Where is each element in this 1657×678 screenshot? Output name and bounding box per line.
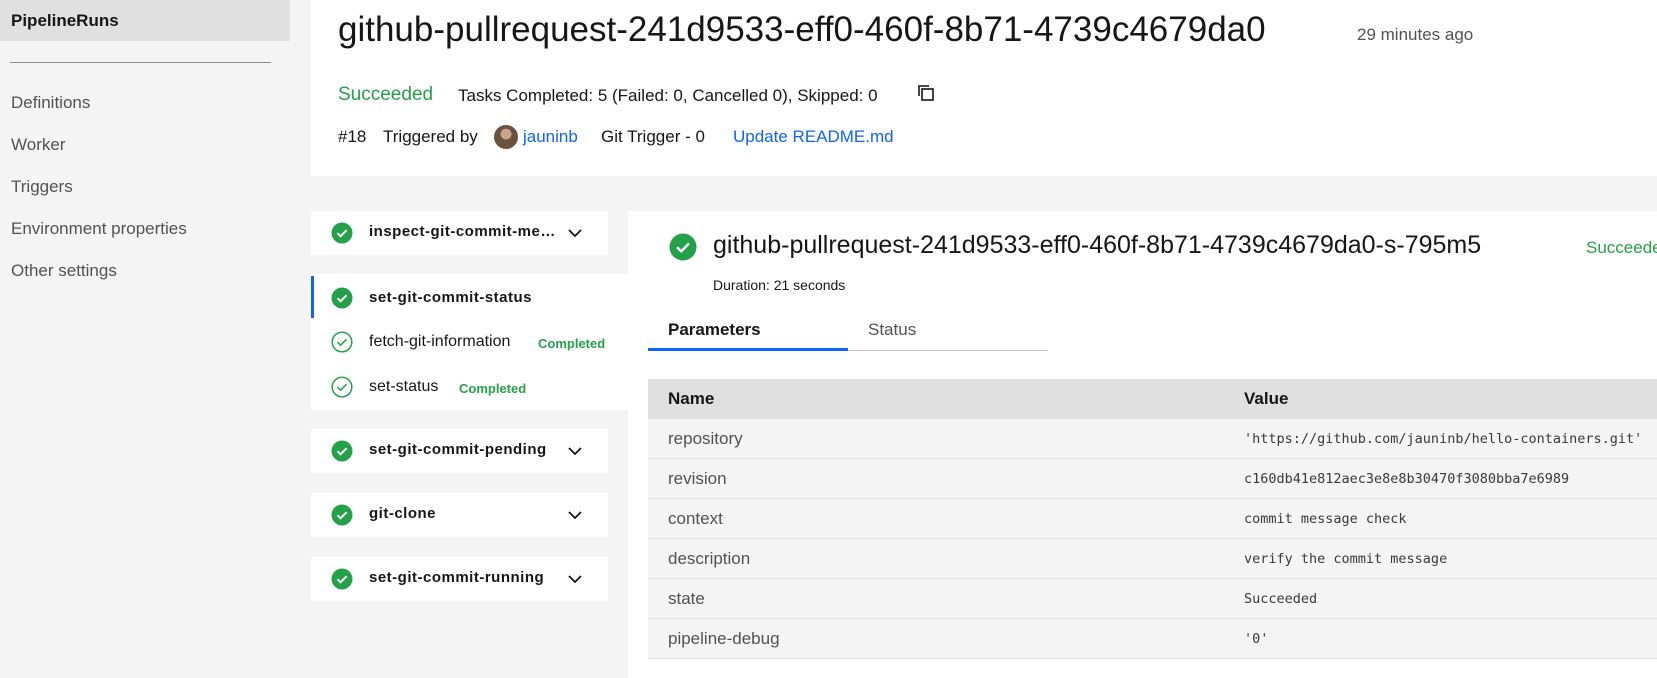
step-name: set-status xyxy=(369,378,439,395)
chevron-down-icon[interactable] xyxy=(567,443,583,459)
step-detail-panel: github-pullrequest-241d9533-eff0-460f-8b… xyxy=(628,211,1657,678)
tab-parameters[interactable]: Parameters xyxy=(648,309,848,351)
table-header: Name Value xyxy=(648,379,1657,419)
trigger-name: Git Trigger - 0 xyxy=(601,127,705,146)
page-title: github-pullrequest-241d9533-eff0-460f-8b… xyxy=(338,10,1266,49)
sidebar-item-pipelineruns[interactable]: PipelineRuns xyxy=(0,0,290,41)
step-detail-status: Succeeded xyxy=(1586,238,1657,257)
tasks-summary: Tasks Completed: 5 (Failed: 0, Cancelled… xyxy=(458,86,878,105)
step-duration: Duration: 21 seconds xyxy=(713,277,846,293)
run-timestamp: 29 minutes ago xyxy=(1357,25,1474,44)
task-name: inspect-git-commit-message xyxy=(369,223,564,240)
sidebar-item-worker[interactable]: Worker xyxy=(11,134,65,156)
table-row: description verify the commit message xyxy=(648,539,1657,579)
step-status: Completed xyxy=(459,381,527,396)
checkmark-filled-icon xyxy=(331,504,353,526)
param-value: c160db41e812aec3e8e8b30470f3080bba7e6989 xyxy=(1244,471,1570,487)
triggered-by-label: Triggered by xyxy=(383,127,478,146)
column-header-name: Name xyxy=(668,389,715,408)
table-row: revision c160db41e812aec3e8e8b30470f3080… xyxy=(648,459,1657,499)
sidebar-item-other-settings[interactable]: Other settings xyxy=(11,260,117,282)
checkmark-outline-icon xyxy=(331,331,353,353)
param-value: verify the commit message xyxy=(1244,551,1448,567)
table-row: state Succeeded xyxy=(648,579,1657,619)
param-name: pipeline-debug xyxy=(668,629,780,648)
param-value: '0' xyxy=(1244,631,1269,647)
sidebar-item-environment-properties[interactable]: Environment properties xyxy=(11,218,187,240)
run-number: #18 xyxy=(338,127,367,146)
task-card-git-clone[interactable]: git-clone xyxy=(311,493,608,537)
checkmark-filled-icon xyxy=(331,440,353,462)
expanded-task-steps: set-git-commit-status fetch-git-informat… xyxy=(311,274,628,410)
copy-icon[interactable] xyxy=(915,82,937,104)
checkmark-filled-icon xyxy=(331,287,353,309)
task-card-inspect-git-commit-message[interactable]: inspect-git-commit-message xyxy=(311,211,608,255)
step-fetch-git-information[interactable]: fetch-git-information Completed xyxy=(311,320,628,364)
avatar xyxy=(494,125,518,149)
param-value: 'https://github.com/jauninb/hello-contai… xyxy=(1244,431,1643,447)
checkmark-filled-icon xyxy=(669,233,697,261)
column-header-value: Value xyxy=(1244,389,1289,408)
step-set-git-commit-status[interactable]: set-git-commit-status xyxy=(311,276,628,320)
param-name: description xyxy=(668,549,751,568)
tab-label: Parameters xyxy=(668,320,761,339)
table-row: context commit message check xyxy=(648,499,1657,539)
table-row: repository 'https://github.com/jauninb/h… xyxy=(648,419,1657,459)
param-name: state xyxy=(668,589,705,608)
step-set-status[interactable]: set-status Completed xyxy=(311,365,628,409)
step-name: set-git-commit-status xyxy=(369,289,533,306)
param-name: repository xyxy=(668,429,743,448)
run-status: Succeeded xyxy=(338,84,434,105)
param-name: revision xyxy=(668,469,727,488)
param-name: context xyxy=(668,509,723,528)
task-card-set-git-commit-pending[interactable]: set-git-commit-pending xyxy=(311,429,608,473)
detail-tabs: Parameters Status xyxy=(648,309,1048,351)
sidebar: PipelineRuns Definitions Worker Triggers… xyxy=(0,0,290,678)
sidebar-item-definitions[interactable]: Definitions xyxy=(11,92,90,114)
parameters-table: Name Value repository 'https://github.co… xyxy=(648,379,1657,659)
step-name: fetch-git-information xyxy=(369,333,511,350)
checkmark-filled-icon xyxy=(331,568,353,590)
sidebar-divider xyxy=(10,62,271,63)
tab-status[interactable]: Status xyxy=(848,309,1048,351)
task-name: set-git-commit-pending xyxy=(369,441,547,458)
run-header: github-pullrequest-241d9533-eff0-460f-8b… xyxy=(311,0,1657,176)
step-detail-title: github-pullrequest-241d9533-eff0-460f-8b… xyxy=(713,231,1482,259)
tab-label: Status xyxy=(868,320,917,339)
chevron-down-icon[interactable] xyxy=(567,507,583,523)
task-name: git-clone xyxy=(369,505,436,522)
checkmark-outline-icon xyxy=(331,376,353,398)
task-card-set-git-commit-running[interactable]: set-git-commit-running xyxy=(311,557,608,601)
param-value: Succeeded xyxy=(1244,591,1318,607)
commit-link[interactable]: Update README.md xyxy=(733,126,894,148)
sidebar-item-triggers[interactable]: Triggers xyxy=(11,176,73,198)
param-value: commit message check xyxy=(1244,511,1407,527)
chevron-down-icon[interactable] xyxy=(567,571,583,587)
checkmark-filled-icon xyxy=(331,222,353,244)
task-name: set-git-commit-running xyxy=(369,569,545,586)
user-link[interactable]: jauninb xyxy=(523,126,578,148)
step-status: Completed xyxy=(538,336,606,351)
chevron-down-icon[interactable] xyxy=(567,225,583,241)
table-row: pipeline-debug '0' xyxy=(648,619,1657,659)
